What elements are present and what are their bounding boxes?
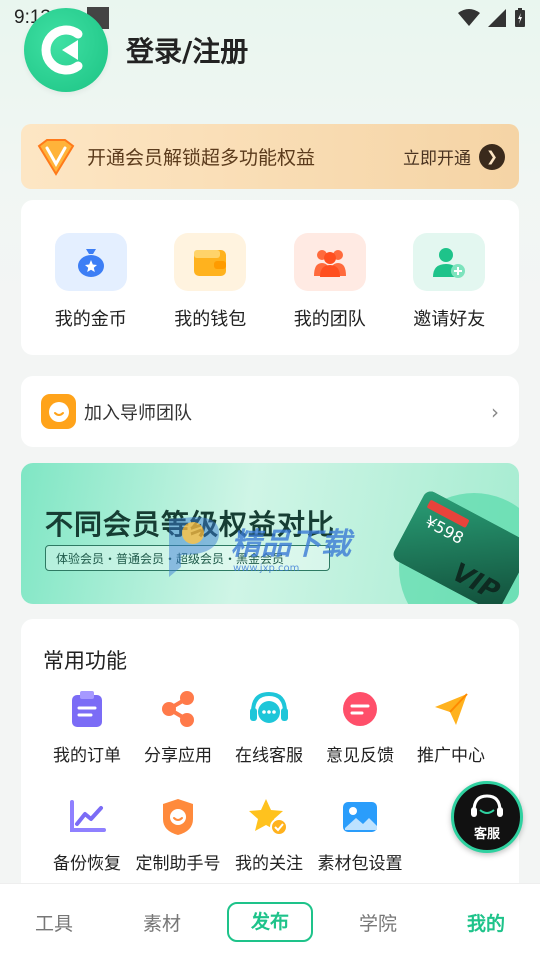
features-card: 常用功能 我的订单 分享应用 在线客服 意见反馈 推广中心 备份恢复 定制助手号… bbox=[21, 619, 519, 919]
status-right-icons bbox=[458, 8, 526, 28]
feature-label: 意见反馈 bbox=[326, 746, 394, 766]
vip-card-graphic: ¥598 VIP bbox=[393, 491, 519, 604]
nav-materials[interactable]: 素材 bbox=[119, 909, 205, 936]
vip-open-button[interactable]: 立即开通 ❯ bbox=[403, 143, 505, 170]
join-mentor-team-row[interactable]: 加入导师团队 › bbox=[21, 376, 519, 447]
feature-label: 推广中心 bbox=[417, 746, 485, 766]
feature-promo-center[interactable]: 推广中心 bbox=[401, 689, 501, 766]
nav-tools[interactable]: 工具 bbox=[11, 909, 97, 936]
team-icon bbox=[293, 233, 366, 291]
watermark-url: www.jxp.com bbox=[233, 562, 300, 574]
feature-share-app[interactable]: 分享应用 bbox=[128, 689, 228, 766]
watermark: 精品下载 www.jxp.com bbox=[161, 511, 351, 581]
feedback-icon bbox=[340, 689, 380, 729]
feature-online-service[interactable]: 在线客服 bbox=[219, 689, 319, 766]
feature-label: 我的关注 bbox=[235, 854, 303, 874]
app-logo[interactable] bbox=[24, 8, 108, 92]
coin-bag-icon bbox=[54, 233, 127, 291]
wallet-item-wallet[interactable]: 我的钱包 bbox=[160, 233, 260, 355]
feature-custom-assistant[interactable]: 定制助手号 bbox=[128, 797, 228, 874]
star-check-icon bbox=[249, 797, 289, 837]
chat-bubble-icon bbox=[41, 394, 76, 429]
wifi-icon bbox=[458, 9, 480, 26]
feature-label: 定制助手号 bbox=[135, 854, 221, 874]
battery-icon bbox=[515, 8, 525, 27]
invite-friend-icon bbox=[413, 233, 486, 291]
image-icon bbox=[340, 797, 380, 837]
nav-mine[interactable]: 我的 bbox=[443, 909, 529, 936]
wallet-item-team[interactable]: 我的团队 bbox=[280, 233, 380, 355]
headset-icon bbox=[471, 793, 503, 817]
feature-backup-restore[interactable]: 备份恢复 bbox=[37, 797, 137, 874]
login-register-title[interactable]: 登录/注册 bbox=[126, 30, 248, 70]
wallet-item-label: 邀请好友 bbox=[413, 309, 486, 330]
membership-compare-banner[interactable]: 不同会员等级权益对比 体验会员・普通会员・超级会员・黑金会员 ¥598 VIP … bbox=[21, 463, 519, 604]
feature-label: 备份恢复 bbox=[53, 854, 121, 874]
wallet-item-invite[interactable]: 邀请好友 bbox=[399, 233, 499, 355]
floating-service-label: 客服 bbox=[473, 826, 500, 842]
wallet-item-label: 我的钱包 bbox=[174, 309, 247, 330]
wallet-item-label: 我的团队 bbox=[293, 309, 366, 330]
wallet-item-coins[interactable]: 我的金币 bbox=[41, 233, 141, 355]
headset-icon bbox=[249, 689, 289, 729]
vip-banner-text: 开通会员解锁超多功能权益 bbox=[87, 147, 316, 169]
shield-face-icon bbox=[158, 797, 198, 837]
nav-publish[interactable]: 发布 bbox=[227, 902, 313, 942]
watermark-logo-icon bbox=[169, 517, 219, 577]
chevron-right-icon: › bbox=[491, 399, 499, 424]
chart-line-icon bbox=[67, 797, 107, 837]
vip-banner[interactable]: 开通会员解锁超多功能权益 立即开通 ❯ bbox=[21, 124, 519, 189]
paper-plane-icon bbox=[431, 689, 471, 729]
feature-label: 分享应用 bbox=[144, 746, 212, 766]
feature-feedback[interactable]: 意见反馈 bbox=[310, 689, 410, 766]
chevron-right-icon: ❯ bbox=[479, 143, 505, 170]
feature-label: 素材包设置 bbox=[317, 854, 403, 874]
signal-icon bbox=[488, 9, 506, 27]
feature-label: 在线客服 bbox=[235, 746, 303, 766]
feature-my-orders[interactable]: 我的订单 bbox=[37, 689, 137, 766]
nav-academy[interactable]: 学院 bbox=[335, 909, 421, 936]
app-logo-icon bbox=[41, 25, 83, 75]
mentor-label: 加入导师团队 bbox=[84, 402, 192, 424]
features-title: 常用功能 bbox=[43, 649, 127, 673]
order-clipboard-icon bbox=[67, 689, 107, 729]
feature-my-follows[interactable]: 我的关注 bbox=[219, 797, 319, 874]
wallet-card: 我的金币 我的钱包 我的团队 邀请好友 bbox=[21, 200, 519, 355]
wallet-item-label: 我的金币 bbox=[54, 309, 127, 330]
watermark-text: 精品下载 bbox=[231, 526, 351, 562]
feature-material-settings[interactable]: 素材包设置 bbox=[310, 797, 410, 874]
share-icon bbox=[158, 689, 198, 729]
vip-open-label: 立即开通 bbox=[403, 149, 471, 169]
feature-label: 我的订单 bbox=[53, 746, 121, 766]
vip-diamond-icon bbox=[37, 138, 75, 176]
login-header[interactable]: 登录/注册 bbox=[24, 8, 248, 92]
wallet-icon bbox=[174, 233, 247, 291]
bottom-nav: 工具 素材 发布 学院 我的 bbox=[0, 883, 540, 960]
floating-customer-service-button[interactable]: 客服 bbox=[451, 781, 523, 853]
